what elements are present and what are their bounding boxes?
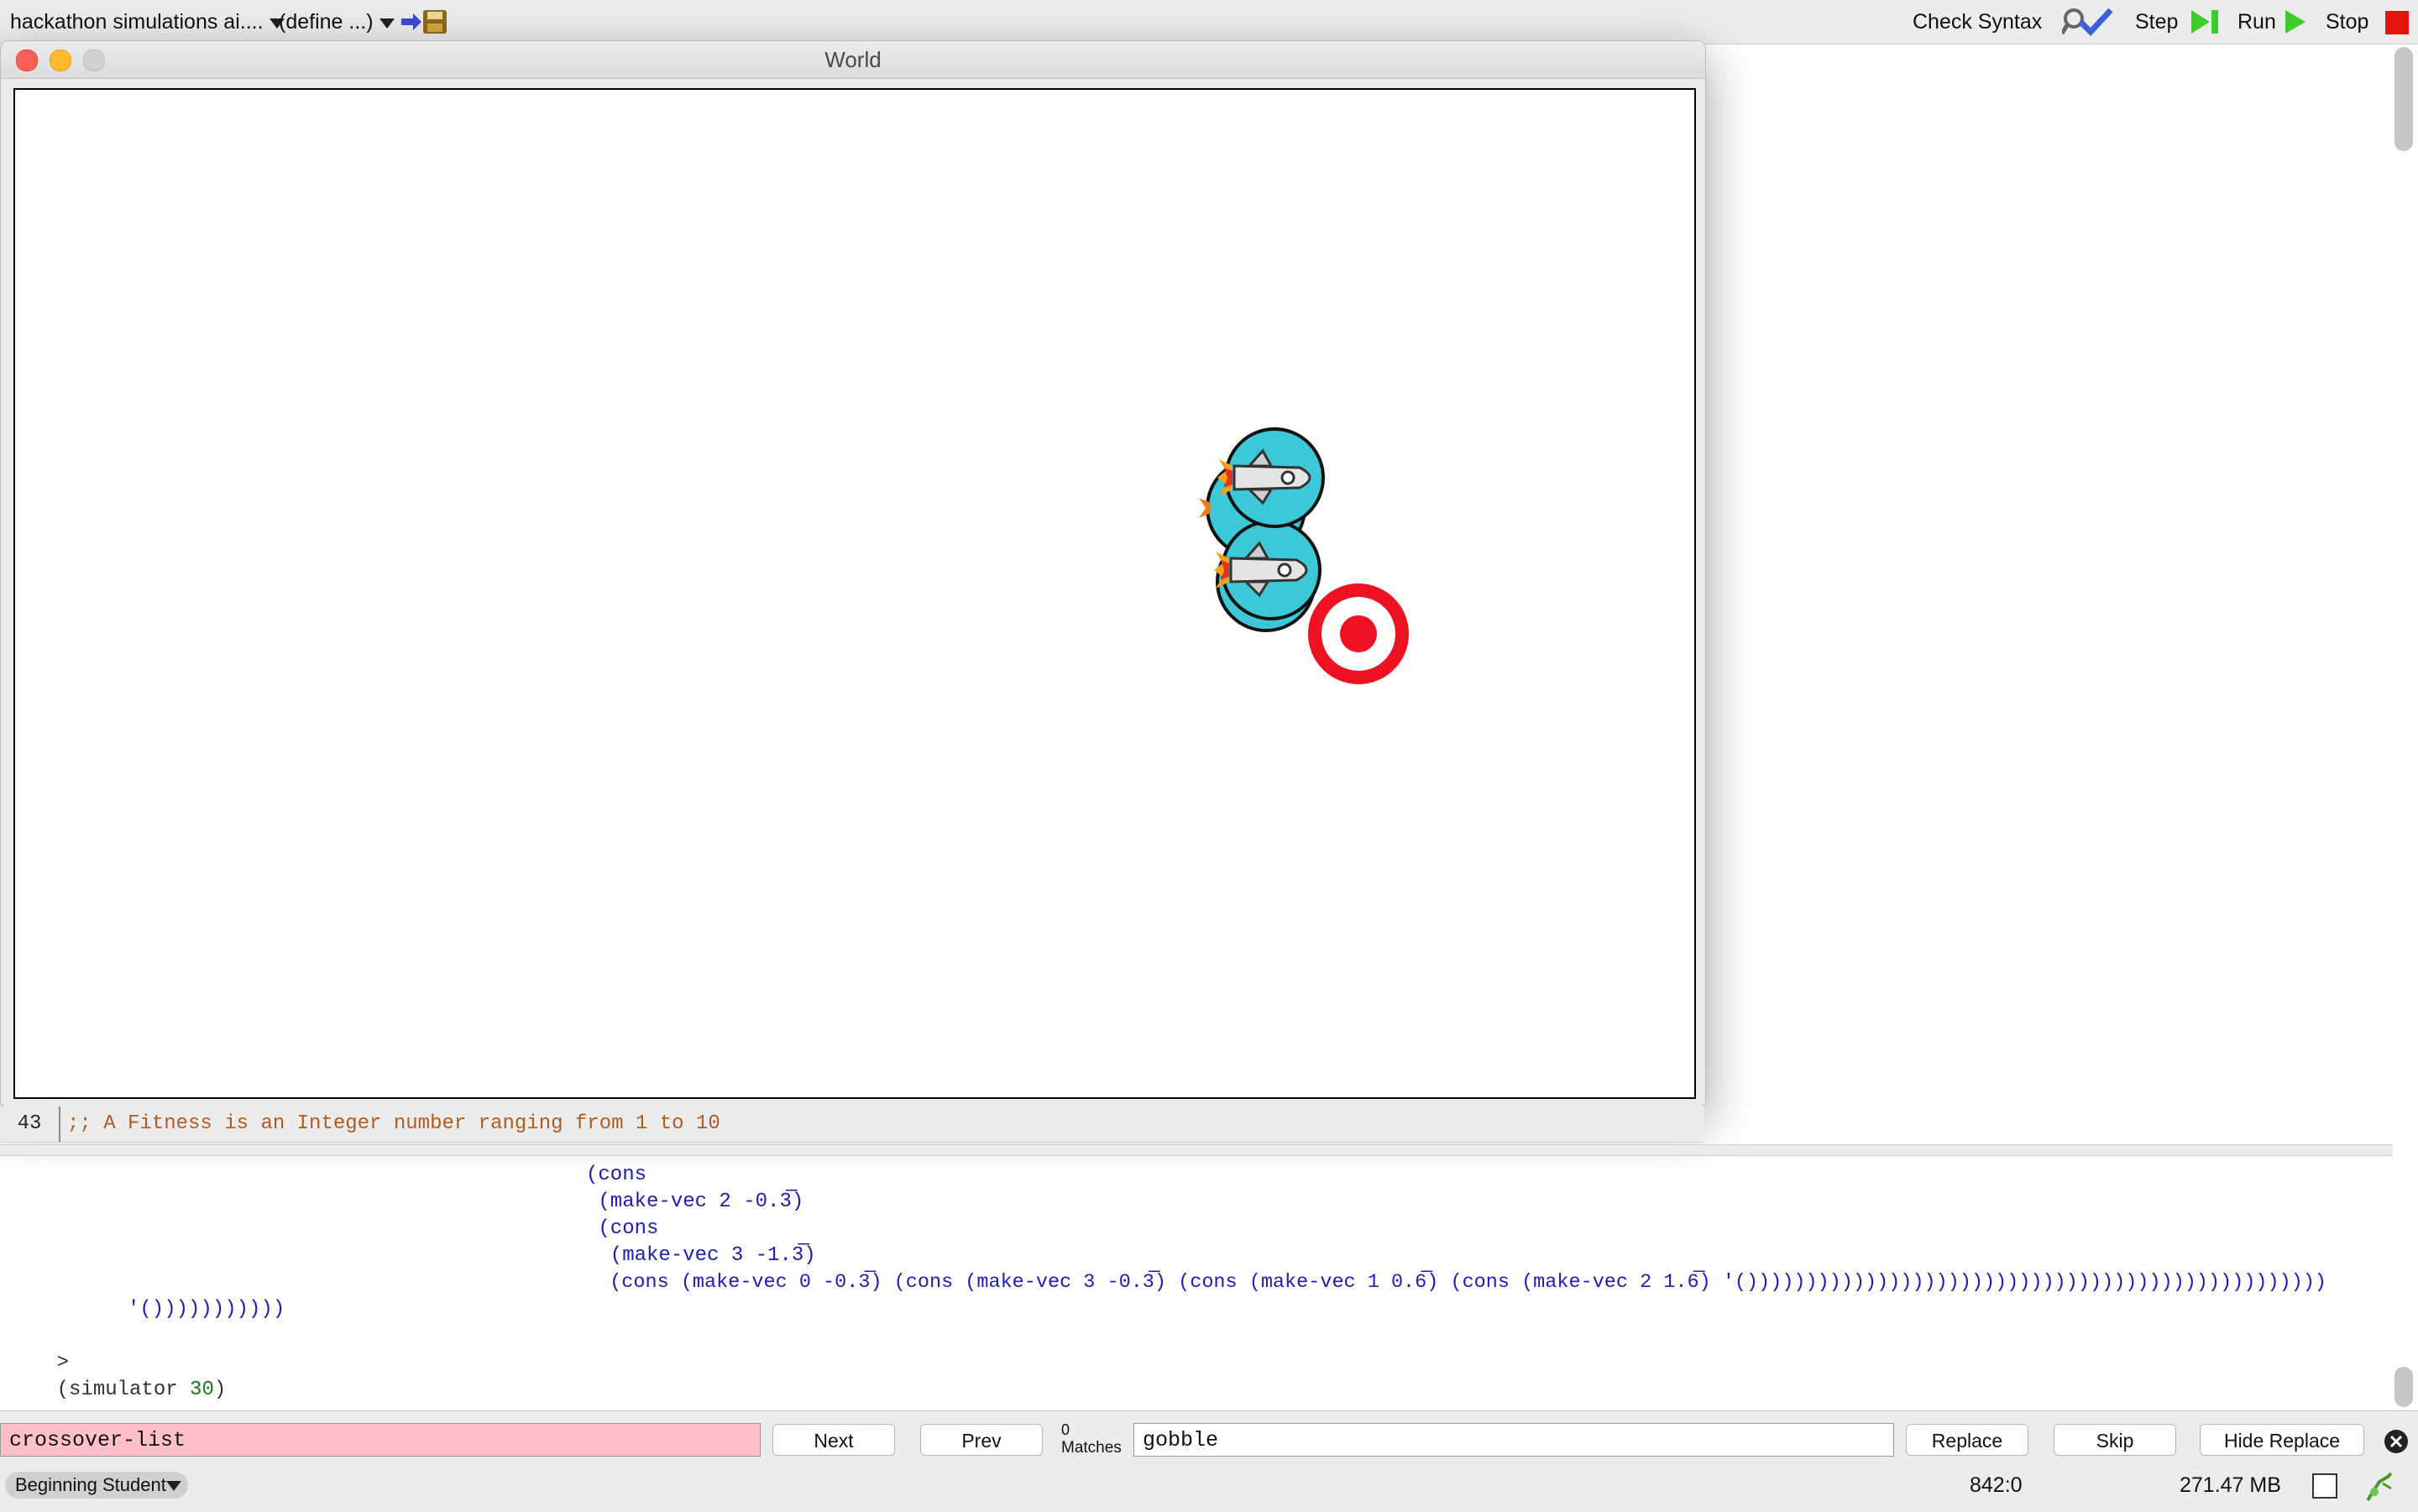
output-line: (cons (make-vec 0 -0.3̅) (cons (make-vec…: [586, 1271, 2327, 1294]
gc-indicator: [2312, 1473, 2337, 1499]
define-menu[interactable]: (define ...): [279, 0, 395, 44]
memory-usage: 271.47 MB: [2180, 1473, 2281, 1497]
check-syntax-button[interactable]: Check Syntax: [1913, 0, 2042, 44]
stop-icon: [2385, 11, 2409, 34]
world-titlebar[interactable]: World: [1, 41, 1705, 79]
hide-replace-button[interactable]: Hide Replace: [2200, 1424, 2364, 1456]
output-line: (cons: [586, 1164, 647, 1186]
gc-icon: [2366, 1472, 2393, 1502]
output-line: (make-vec 3 -1.3̅): [586, 1244, 816, 1267]
magnifier-check-icon: [2062, 8, 2113, 37]
run-label: Run: [2237, 10, 2276, 34]
define-menu-label: (define ...): [279, 10, 374, 34]
world-canvas[interactable]: [13, 88, 1696, 1099]
replace-field[interactable]: gobble: [1133, 1423, 1894, 1457]
close-search-icon[interactable]: [2383, 1428, 2410, 1455]
find-field[interactable]: crossover-list: [0, 1423, 761, 1457]
rocket-ship-icon: [1217, 427, 1325, 528]
world-window: World: [0, 40, 1706, 1108]
step-button[interactable]: Step: [2135, 0, 2178, 44]
save-icon: [401, 10, 447, 34]
toolbar: hackathon simulations ai.... (define ...…: [0, 0, 2418, 44]
definitions-line-strip: 43 ;; A Fitness is an Integer number ran…: [0, 1107, 1704, 1143]
prev-button[interactable]: Prev: [920, 1424, 1043, 1456]
cursor-position: 842:0: [1970, 1473, 2023, 1497]
repl-command-close: ): [213, 1379, 227, 1401]
output-line: (cons: [586, 1217, 659, 1240]
definitions-scrollbar[interactable]: [2394, 47, 2413, 151]
target-icon: [1308, 583, 1409, 684]
next-button[interactable]: Next: [772, 1424, 895, 1456]
file-name-menu[interactable]: hackathon simulations ai....: [10, 0, 285, 44]
repl-prompt: >: [56, 1352, 70, 1374]
interactions-pane[interactable]: (cons (make-vec 2 -0.3̅) (cons (make-vec…: [0, 1155, 2393, 1407]
output-line: (make-vec 2 -0.3̅): [586, 1190, 804, 1213]
definitions-comment[interactable]: ;; A Fitness is an Integer number rangin…: [67, 1107, 720, 1142]
language-label: Beginning Student: [15, 1474, 166, 1495]
language-menu[interactable]: Beginning Student: [5, 1472, 188, 1499]
matches-label: Matches: [1061, 1439, 1122, 1457]
matches-count: 0: [1061, 1421, 1070, 1438]
run-icon: [2285, 10, 2305, 34]
repl-command-arg: 30: [190, 1379, 214, 1401]
interactions-scrollbar[interactable]: [2394, 1367, 2413, 1407]
output-line: '())))))))))): [128, 1298, 285, 1321]
step-icon: [2191, 10, 2218, 34]
run-button[interactable]: Run: [2237, 0, 2276, 44]
repl-command: (simulator: [56, 1379, 191, 1401]
search-replace-bar: crossover-list Next Prev 0 Matches gobbl…: [0, 1410, 2418, 1512]
step-label: Step: [2135, 10, 2179, 34]
chevron-down-icon: [379, 18, 395, 29]
save-button[interactable]: [400, 8, 450, 35]
line-number: 43: [0, 1107, 60, 1142]
file-name-label: hackathon simulations ai....: [10, 10, 264, 34]
pane-divider[interactable]: [0, 1144, 2393, 1156]
stop-button[interactable]: Stop: [2326, 0, 2368, 44]
skip-button[interactable]: Skip: [2054, 1424, 2176, 1456]
chevron-down-icon: [165, 1481, 181, 1491]
replace-button[interactable]: Replace: [1906, 1424, 2028, 1456]
world-title: World: [824, 47, 882, 72]
stop-label: Stop: [2326, 10, 2369, 34]
check-syntax-label: Check Syntax: [1913, 10, 2043, 34]
